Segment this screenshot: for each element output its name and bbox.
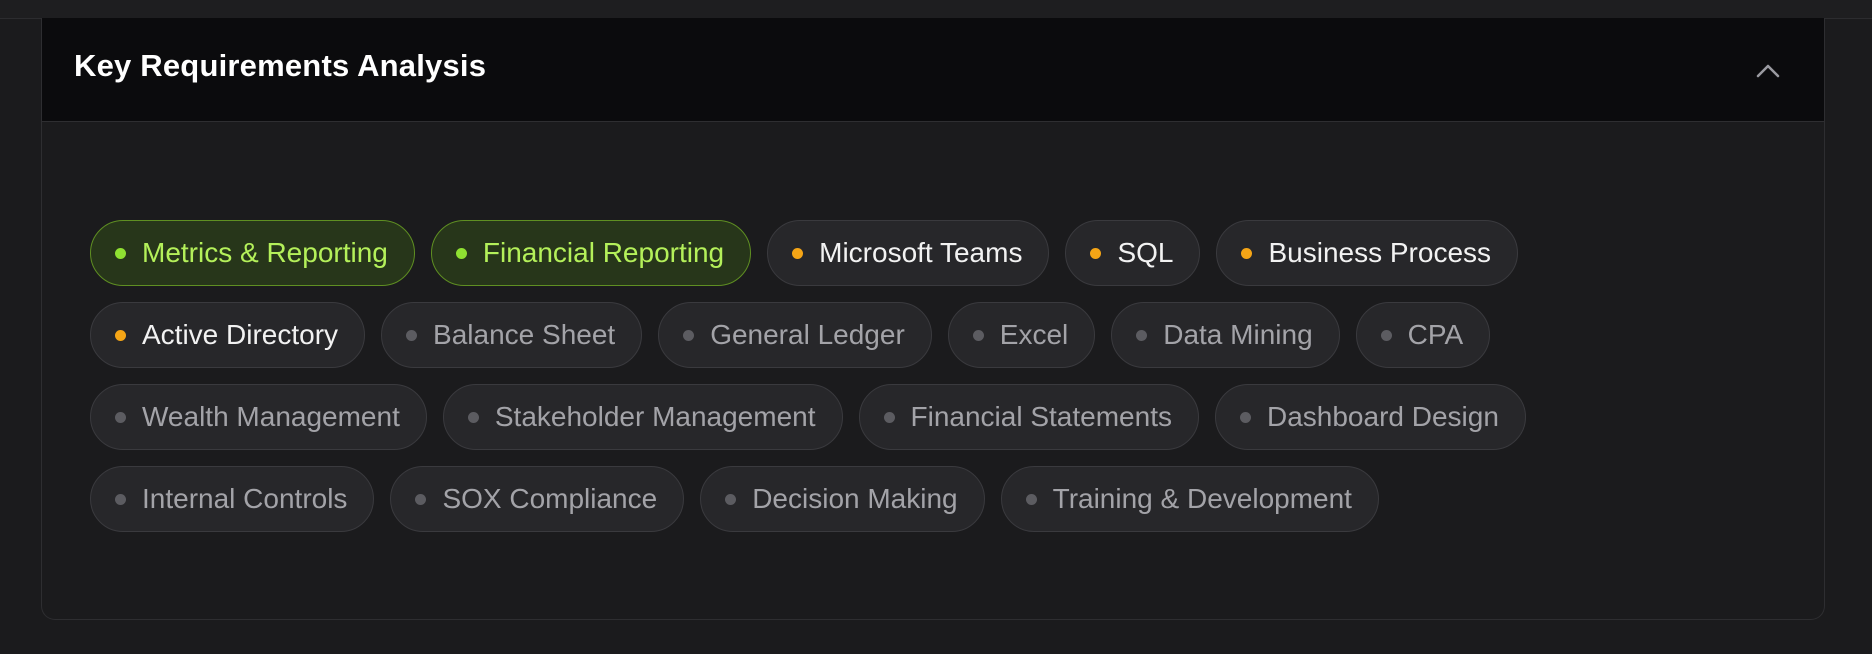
status-dot-icon: [467, 411, 479, 423]
requirement-tag-label: Financial Reporting: [482, 237, 725, 268]
requirement-tag-label: Data Mining: [1163, 319, 1313, 350]
status-dot-icon: [1239, 411, 1251, 423]
requirement-tag[interactable]: Decision Making: [700, 466, 985, 532]
requirement-tag-label: Microsoft Teams: [819, 237, 1023, 268]
requirement-tag[interactable]: SQL: [1065, 220, 1201, 286]
requirement-tag-label: Balance Sheet: [433, 319, 616, 350]
requirement-tag[interactable]: CPA: [1355, 302, 1491, 368]
top-bar: [0, 0, 1872, 19]
requirement-tag-label: Financial Statements: [910, 401, 1172, 432]
requirement-tag[interactable]: Internal Controls: [90, 466, 375, 532]
chevron-up-icon: [1756, 64, 1780, 78]
requirement-tag-label: Internal Controls: [142, 483, 348, 514]
requirement-tag[interactable]: Stakeholder Management: [442, 384, 843, 450]
status-dot-icon: [725, 493, 737, 505]
requirement-tag[interactable]: Financial Reporting: [430, 220, 752, 286]
requirement-tag[interactable]: Excel: [947, 302, 1096, 368]
requirement-tag-label: SOX Compliance: [442, 483, 658, 514]
requirement-tag-label: Business Process: [1268, 237, 1492, 268]
status-dot-icon: [1241, 247, 1253, 259]
status-dot-icon: [1025, 493, 1037, 505]
status-dot-icon: [1380, 329, 1392, 341]
requirement-tag[interactable]: SOX Compliance: [390, 466, 685, 532]
requirement-tag-label: General Ledger: [710, 319, 905, 350]
status-dot-icon: [972, 329, 984, 341]
requirement-tag-label: Wealth Management: [142, 401, 400, 432]
status-dot-icon: [115, 411, 126, 423]
requirement-tag[interactable]: Dashboard Design: [1214, 384, 1526, 450]
requirement-tag[interactable]: General Ledger: [658, 302, 932, 368]
requirement-tag[interactable]: Training & Development: [1000, 466, 1379, 532]
status-dot-icon: [683, 329, 695, 341]
status-dot-icon: [1136, 329, 1148, 341]
collapse-button[interactable]: [1748, 54, 1788, 86]
requirement-tag-label: CPA: [1407, 319, 1464, 350]
status-dot-icon: [455, 247, 467, 259]
requirement-tag[interactable]: Balance Sheet: [381, 302, 643, 368]
requirement-tag[interactable]: Wealth Management: [90, 384, 427, 450]
status-dot-icon: [1090, 247, 1102, 259]
requirement-tag[interactable]: Data Mining: [1111, 302, 1340, 368]
status-dot-icon: [792, 247, 804, 259]
requirement-tag-label: Excel: [999, 319, 1069, 350]
requirement-tags: Metrics & Reporting Financial Reporting Mi…: [90, 220, 1790, 532]
requirement-tag[interactable]: Financial Statements: [858, 384, 1199, 450]
status-dot-icon: [883, 411, 895, 423]
status-dot-icon: [415, 493, 427, 505]
card-title: Key Requirements Analysis: [74, 48, 487, 83]
status-dot-icon: [115, 247, 126, 259]
requirement-tag[interactable]: Microsoft Teams: [767, 220, 1050, 286]
requirement-tag-label: Metrics & Reporting: [142, 237, 388, 268]
requirement-tag-label: Active Directory: [142, 319, 339, 350]
requirement-tag[interactable]: Metrics & Reporting: [90, 220, 415, 286]
status-dot-icon: [115, 329, 126, 341]
requirement-tag-label: Decision Making: [752, 483, 958, 514]
requirements-card: Key Requirements Analysis Metrics & Repo…: [41, 18, 1825, 620]
requirement-tag[interactable]: Active Directory: [90, 302, 366, 368]
status-dot-icon: [406, 329, 418, 341]
requirement-tag-label: Training & Development: [1052, 483, 1352, 514]
card-header[interactable]: Key Requirements Analysis: [42, 18, 1824, 122]
requirement-tag-label: Dashboard Design: [1266, 401, 1499, 432]
requirement-tag-label: SQL: [1117, 237, 1174, 268]
status-dot-icon: [115, 493, 126, 505]
requirement-tag-label: Stakeholder Management: [494, 401, 816, 432]
requirement-tag[interactable]: Business Process: [1216, 220, 1519, 286]
